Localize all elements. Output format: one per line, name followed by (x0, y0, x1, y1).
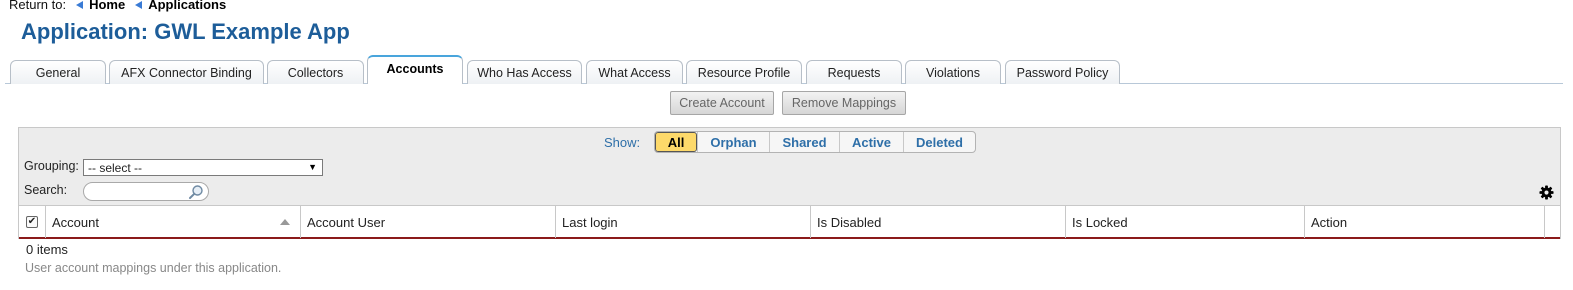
arrow-left-icon (76, 0, 84, 9)
arrow-left-icon (135, 0, 143, 9)
tab-accounts[interactable]: Accounts (367, 55, 463, 84)
column-account[interactable]: Account (46, 206, 301, 238)
tab-who-has-access[interactable]: Who Has Access (467, 60, 582, 84)
breadcrumb: Return to: Home Applications (9, 0, 234, 12)
filter-active[interactable]: Active (839, 132, 903, 152)
column-is-disabled[interactable]: Is Disabled (811, 206, 1066, 238)
accounts-table-header: ✔ Account Account User Last login Is Dis… (19, 205, 1560, 239)
grouping-select-value: -- select -- (88, 160, 142, 175)
tab-general[interactable]: General (10, 60, 106, 84)
remove-mappings-button[interactable]: Remove Mappings (782, 91, 906, 115)
gear-icon[interactable] (1539, 185, 1554, 200)
filter-shared[interactable]: Shared (769, 132, 839, 152)
items-count: 0 items (26, 242, 68, 257)
column-account-user[interactable]: Account User (301, 206, 556, 238)
column-account-label: Account (52, 214, 99, 230)
show-filter-label: Show: (604, 135, 641, 150)
table-description: User account mappings under this applica… (25, 261, 282, 275)
search-label: Search: (24, 183, 68, 197)
breadcrumb-applications-link[interactable]: Applications (148, 0, 226, 12)
chevron-down-icon: ▼ (308, 162, 317, 172)
filter-deleted[interactable]: Deleted (903, 132, 975, 152)
grouping-label: Grouping: (24, 159, 79, 173)
grouping-select[interactable]: -- select -- ▼ (83, 159, 323, 176)
column-action[interactable]: Action (1305, 206, 1545, 238)
breadcrumb-label: Return to: (9, 0, 67, 12)
select-all-column: ✔ (19, 206, 46, 238)
search-input[interactable] (83, 182, 209, 201)
column-last-login[interactable]: Last login (556, 206, 811, 238)
search-icon[interactable] (188, 184, 204, 200)
create-account-button[interactable]: Create Account (670, 91, 774, 115)
column-is-locked[interactable]: Is Locked (1066, 206, 1305, 238)
tab-password-policy[interactable]: Password Policy (1005, 60, 1120, 84)
tab-resource-profile[interactable]: Resource Profile (686, 60, 802, 84)
sort-ascending-icon (280, 219, 290, 225)
filter-orphan[interactable]: Orphan (697, 132, 769, 152)
accounts-grid-panel: Show: All Orphan Shared Active Deleted G… (18, 127, 1561, 239)
tab-what-access[interactable]: What Access (586, 60, 683, 84)
tab-requests[interactable]: Requests (806, 60, 902, 84)
select-all-checkbox[interactable]: ✔ (26, 216, 38, 228)
tab-afx-connector-binding[interactable]: AFX Connector Binding (109, 60, 264, 84)
tab-violations[interactable]: Violations (905, 60, 1001, 84)
filter-all[interactable]: All (655, 132, 697, 152)
breadcrumb-home-link[interactable]: Home (89, 0, 125, 12)
show-filter-group: All Orphan Shared Active Deleted (654, 131, 976, 153)
page-title: Application: GWL Example App (21, 19, 350, 44)
tab-collectors[interactable]: Collectors (267, 60, 364, 84)
